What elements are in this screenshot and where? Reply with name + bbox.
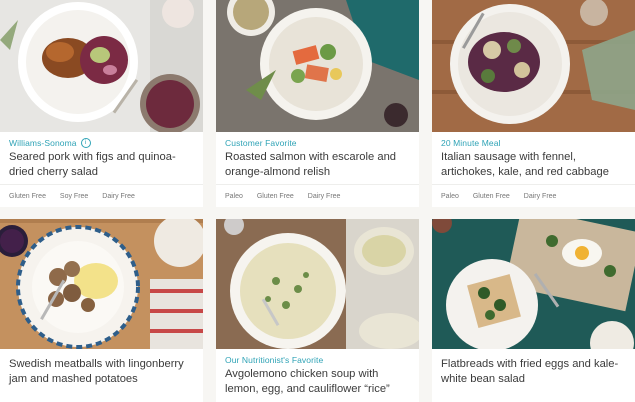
diet-tag: Gluten Free bbox=[256, 193, 294, 200]
info-icon[interactable]: i bbox=[80, 137, 91, 148]
recipe-photo[interactable] bbox=[0, 0, 203, 132]
recipe-title[interactable]: Roasted salmon with escarole and orange-… bbox=[225, 150, 413, 180]
divider bbox=[432, 184, 635, 185]
recipe-card[interactable]: Customer Favorite Roasted salmon with es… bbox=[216, 0, 419, 207]
diet-tags: Gluten Free Soy Free Dairy Free bbox=[9, 193, 147, 200]
recipe-photo[interactable] bbox=[216, 0, 419, 132]
diet-tag: Dairy Free bbox=[523, 193, 557, 200]
recipe-photo[interactable] bbox=[432, 219, 635, 349]
divider bbox=[216, 184, 419, 185]
diet-tag: Dairy Free bbox=[102, 193, 135, 200]
diet-tags: Paleo Gluten Free Dairy Free bbox=[441, 193, 568, 200]
diet-tag: Soy Free bbox=[59, 193, 89, 200]
recipe-tag-label: Williams-Sonoma bbox=[9, 138, 77, 148]
diet-tag: Gluten Free bbox=[9, 193, 46, 200]
recipe-card[interactable]: Flatbreads with fried eggs and kale-whit… bbox=[432, 219, 635, 402]
recipe-tag: 20 Minute Meal bbox=[441, 138, 501, 148]
recipe-card[interactable]: Williams-Sonoma i Seared pork with figs a… bbox=[0, 0, 203, 207]
recipe-photo[interactable] bbox=[432, 0, 635, 132]
recipe-title[interactable]: Flatbreads with fried eggs and kale-whit… bbox=[441, 357, 629, 387]
recipe-tag: Our Nutritionist's Favorite bbox=[225, 355, 324, 365]
recipe-title[interactable]: Swedish meatballs with lingonberry jam a… bbox=[9, 357, 197, 387]
diet-tag: Paleo bbox=[225, 193, 243, 200]
recipe-title[interactable]: Italian sausage with fennel, artichokes,… bbox=[441, 150, 629, 180]
recipe-tag: Customer Favorite bbox=[225, 138, 297, 148]
diet-tag: Gluten Free bbox=[472, 193, 510, 200]
recipe-photo[interactable] bbox=[216, 219, 419, 349]
divider bbox=[0, 184, 203, 185]
recipe-tag: Williams-Sonoma i bbox=[9, 137, 91, 149]
diet-tags: Paleo Gluten Free Dairy Free bbox=[225, 193, 352, 200]
recipe-title[interactable]: Avgolemono chicken soup with lemon, egg,… bbox=[225, 367, 413, 397]
recipe-photo[interactable] bbox=[0, 219, 203, 349]
recipe-grid: Williams-Sonoma i Seared pork with figs a… bbox=[0, 0, 635, 402]
recipe-title[interactable]: Seared pork with figs and quinoa-dried c… bbox=[9, 150, 197, 180]
diet-tag: Paleo bbox=[441, 193, 459, 200]
recipe-card[interactable]: Swedish meatballs with lingonberry jam a… bbox=[0, 219, 203, 402]
recipe-card[interactable]: Our Nutritionist's Favorite Avgolemono c… bbox=[216, 219, 419, 402]
recipe-card[interactable]: 20 Minute Meal Italian sausage with fenn… bbox=[432, 0, 635, 207]
diet-tag: Dairy Free bbox=[307, 193, 341, 200]
